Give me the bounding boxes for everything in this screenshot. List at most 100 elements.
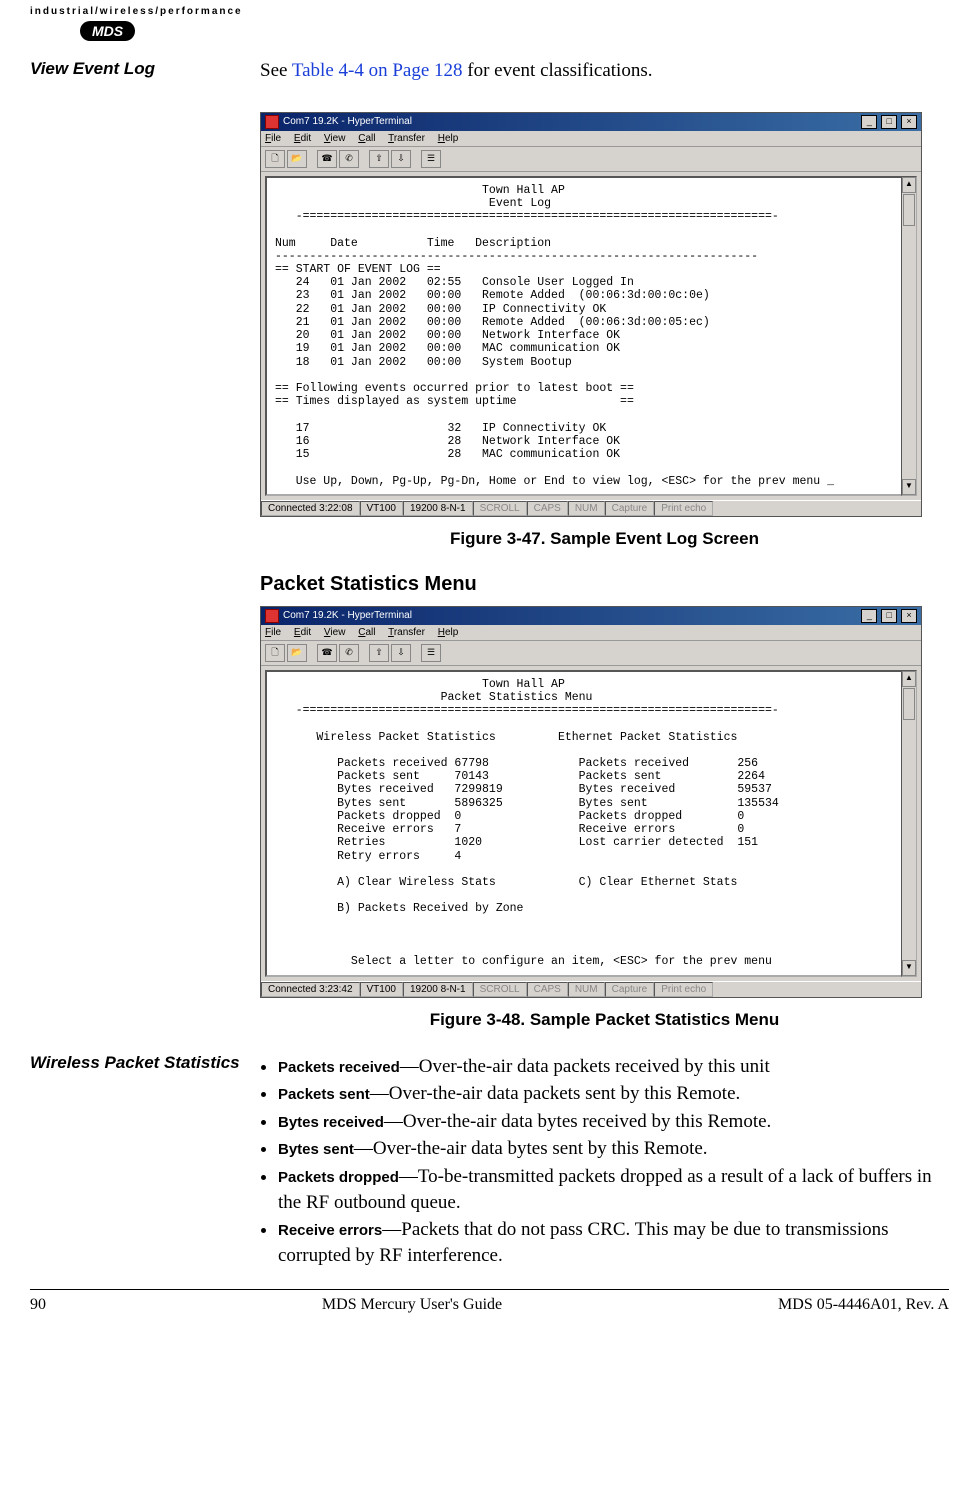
menu-transfer[interactable]: Transfer: [388, 627, 425, 638]
menu-bar: File Edit View Call Transfer Help: [261, 131, 921, 147]
status-capture: Capture: [605, 501, 655, 516]
footer-right: MDS 05-4446A01, Rev. A: [778, 1296, 949, 1314]
page-footer: 90 MDS Mercury User's Guide MDS 05-4446A…: [30, 1289, 949, 1322]
table-link[interactable]: Table 4-4 on Page 128: [292, 60, 463, 81]
tool-bar: 🗋 📂 ☎ ✆ ⇧ ⇩ ☰: [261, 147, 921, 172]
menu-view[interactable]: View: [324, 133, 346, 144]
status-port: 19200 8-N-1: [403, 982, 473, 997]
toolbar-new-icon[interactable]: 🗋: [265, 150, 285, 168]
toolbar-send-icon[interactable]: ⇧: [369, 644, 389, 662]
list-item: Packets dropped—To-be-transmitted packet…: [278, 1164, 949, 1215]
status-capture: Capture: [605, 982, 655, 997]
footer-center: MDS Mercury User's Guide: [322, 1296, 502, 1314]
terminal-content-packet-stats: Town Hall AP Packet Statistics Menu -===…: [265, 670, 903, 977]
scroll-up-icon[interactable]: ▲: [902, 177, 916, 193]
side-heading-wireless-packet-stats: Wireless Packet Statistics: [30, 1054, 260, 1271]
hyperterminal-window-event-log: Com7 19.2K - HyperTerminal _ □ × File Ed…: [260, 112, 922, 517]
status-caps: CAPS: [527, 501, 568, 516]
status-port: 19200 8-N-1: [403, 501, 473, 516]
window-title: Com7 19.2K - HyperTerminal: [283, 610, 412, 621]
list-item: Packets sent—Over-the-air data packets s…: [278, 1081, 949, 1107]
brand-tagline: industrial/wireless/performance: [30, 0, 949, 17]
intro-text: See Table 4-4 on Page 128 for event clas…: [260, 59, 949, 84]
title-bar: Com7 19.2K - HyperTerminal _ □ ×: [261, 607, 921, 625]
bullet-term: Packets received: [278, 1059, 400, 1076]
status-echo: Print echo: [654, 982, 713, 997]
side-heading-view-event-log: View Event Log: [30, 59, 260, 1054]
list-item: Packets received—Over-the-air data packe…: [278, 1054, 949, 1080]
bullet-term: Bytes sent: [278, 1141, 354, 1158]
menu-bar: File Edit View Call Transfer Help: [261, 625, 921, 641]
list-item: Receive errors—Packets that do not pass …: [278, 1217, 949, 1268]
status-caps: CAPS: [527, 982, 568, 997]
bullet-term: Packets dropped: [278, 1169, 399, 1186]
list-item: Bytes received—Over-the-air data bytes r…: [278, 1109, 949, 1135]
minimize-button[interactable]: _: [861, 609, 877, 623]
bullet-desc: —Over-the-air data bytes received by thi…: [384, 1111, 771, 1132]
menu-call[interactable]: Call: [358, 133, 375, 144]
bullet-term: Bytes received: [278, 1114, 384, 1131]
list-item: Bytes sent—Over-the-air data bytes sent …: [278, 1136, 949, 1162]
toolbar-receive-icon[interactable]: ⇩: [391, 644, 411, 662]
terminal-content-event-log: Town Hall AP Event Log -================…: [265, 176, 903, 496]
menu-call[interactable]: Call: [358, 627, 375, 638]
intro-see: See: [260, 60, 292, 81]
figure-48-caption: Figure 3-48. Sample Packet Statistics Me…: [260, 1010, 949, 1030]
toolbar-disconnect-icon[interactable]: ✆: [339, 644, 359, 662]
menu-edit[interactable]: Edit: [294, 627, 311, 638]
menu-transfer[interactable]: Transfer: [388, 133, 425, 144]
tool-bar: 🗋 📂 ☎ ✆ ⇧ ⇩ ☰: [261, 641, 921, 666]
title-bar: Com7 19.2K - HyperTerminal _ □ ×: [261, 113, 921, 131]
scrollbar[interactable]: ▲ ▼: [901, 670, 917, 977]
toolbar-receive-icon[interactable]: ⇩: [391, 150, 411, 168]
figure-47-caption: Figure 3-47. Sample Event Log Screen: [260, 529, 949, 549]
menu-file[interactable]: File: [265, 627, 281, 638]
status-scroll: SCROLL: [473, 501, 527, 516]
maximize-button[interactable]: □: [881, 609, 897, 623]
intro-rest: for event classifications.: [463, 60, 653, 81]
scroll-thumb[interactable]: [903, 194, 915, 226]
toolbar-open-icon[interactable]: 📂: [287, 644, 307, 662]
toolbar-disconnect-icon[interactable]: ✆: [339, 150, 359, 168]
status-connected: Connected 3:23:42: [261, 982, 360, 997]
toolbar-properties-icon[interactable]: ☰: [421, 150, 441, 168]
menu-help[interactable]: Help: [438, 133, 459, 144]
bullet-term: Packets sent: [278, 1086, 370, 1103]
footer-page: 90: [30, 1296, 46, 1314]
bullet-desc: —Over-the-air data packets sent by this …: [370, 1083, 741, 1104]
wireless-packet-bullets: Packets received—Over-the-air data packe…: [278, 1054, 949, 1269]
status-bar: Connected 3:23:42 VT100 19200 8-N-1 SCRO…: [261, 981, 921, 997]
menu-help[interactable]: Help: [438, 627, 459, 638]
scroll-up-icon[interactable]: ▲: [902, 671, 916, 687]
toolbar-connect-icon[interactable]: ☎: [317, 150, 337, 168]
hyperterminal-window-packet-stats: Com7 19.2K - HyperTerminal _ □ × File Ed…: [260, 606, 922, 998]
app-icon: [265, 115, 279, 129]
scroll-down-icon[interactable]: ▼: [902, 479, 916, 495]
status-num: NUM: [568, 982, 605, 997]
toolbar-open-icon[interactable]: 📂: [287, 150, 307, 168]
maximize-button[interactable]: □: [881, 115, 897, 129]
close-button[interactable]: ×: [901, 609, 917, 623]
menu-file[interactable]: File: [265, 133, 281, 144]
toolbar-properties-icon[interactable]: ☰: [421, 644, 441, 662]
minimize-button[interactable]: _: [861, 115, 877, 129]
scroll-thumb[interactable]: [903, 688, 915, 720]
menu-view[interactable]: View: [324, 627, 346, 638]
app-icon: [265, 609, 279, 623]
status-bar: Connected 3:22:08 VT100 19200 8-N-1 SCRO…: [261, 500, 921, 516]
bullet-desc: —Over-the-air data packets received by t…: [400, 1056, 770, 1077]
window-title: Com7 19.2K - HyperTerminal: [283, 116, 412, 127]
toolbar-connect-icon[interactable]: ☎: [317, 644, 337, 662]
mds-logo: MDS: [80, 21, 135, 41]
status-emulation: VT100: [360, 501, 403, 516]
scrollbar[interactable]: ▲ ▼: [901, 176, 917, 496]
toolbar-new-icon[interactable]: 🗋: [265, 644, 285, 662]
menu-edit[interactable]: Edit: [294, 133, 311, 144]
status-echo: Print echo: [654, 501, 713, 516]
close-button[interactable]: ×: [901, 115, 917, 129]
bullet-desc: —Over-the-air data bytes sent by this Re…: [354, 1138, 708, 1159]
toolbar-send-icon[interactable]: ⇧: [369, 150, 389, 168]
status-num: NUM: [568, 501, 605, 516]
scroll-down-icon[interactable]: ▼: [902, 960, 916, 976]
section-packet-statistics: Packet Statistics Menu: [260, 573, 949, 596]
